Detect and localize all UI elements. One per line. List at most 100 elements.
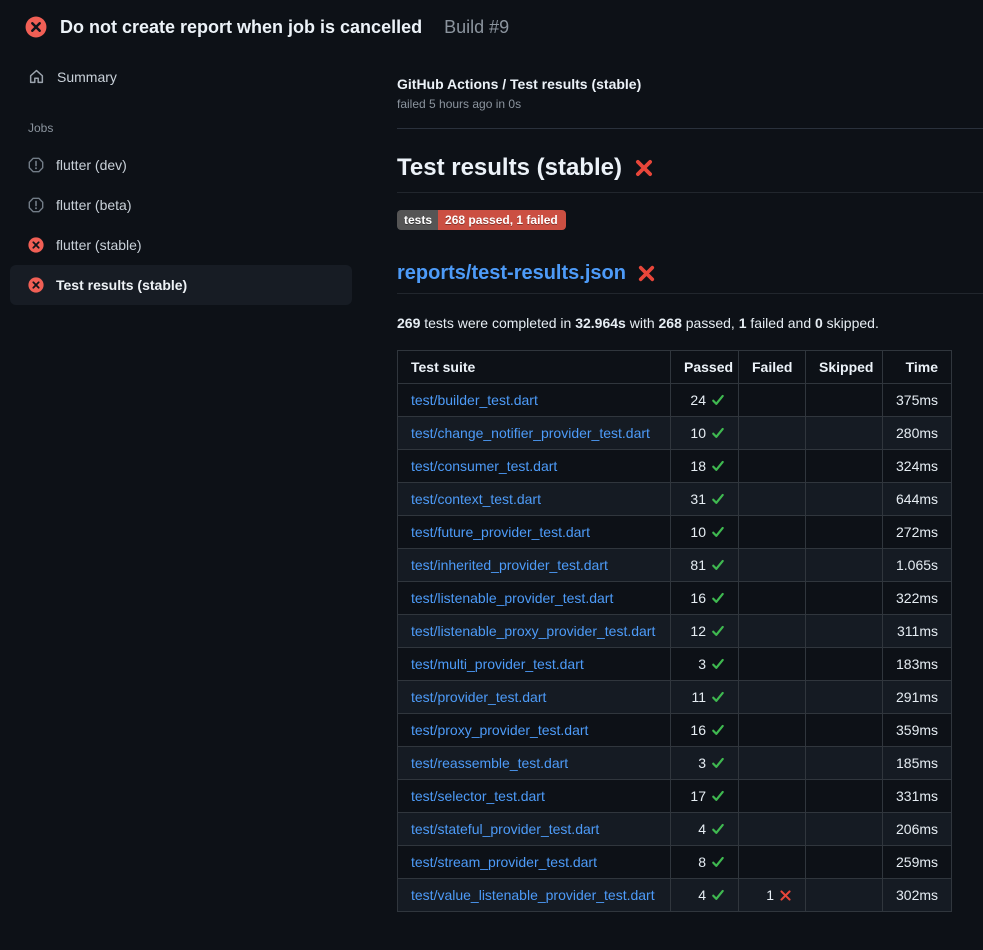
- sidebar-item-job[interactable]: flutter (beta): [10, 185, 352, 225]
- time-cell: 331ms: [883, 779, 952, 812]
- test-suite-link[interactable]: test/stateful_provider_test.dart: [411, 821, 599, 837]
- test-suite-link[interactable]: test/change_notifier_provider_test.dart: [411, 425, 650, 441]
- test-suite-link[interactable]: test/provider_test.dart: [411, 689, 546, 705]
- skipped-cell: [806, 647, 883, 680]
- failed-cell: [739, 548, 806, 581]
- section-heading: Test results (stable): [397, 154, 983, 193]
- test-suite-link[interactable]: test/consumer_test.dart: [411, 458, 557, 474]
- summary-part: 268: [659, 315, 682, 331]
- sidebar-item-job[interactable]: flutter (stable): [10, 225, 352, 265]
- report-file-link[interactable]: reports/test-results.json: [397, 262, 626, 285]
- skipped-cell: [806, 482, 883, 515]
- test-suite-link[interactable]: test/inherited_provider_test.dart: [411, 557, 608, 573]
- badge-label: tests: [397, 210, 438, 230]
- test-suite-link[interactable]: test/builder_test.dart: [411, 392, 538, 408]
- cross-mark-icon: [634, 158, 654, 178]
- passed-cell: 16: [671, 713, 739, 746]
- x-circle-icon: [28, 277, 44, 293]
- summary-part: 32.964s: [575, 315, 626, 331]
- failed-cell: [739, 779, 806, 812]
- column-header: Test suite: [398, 350, 671, 383]
- stop-icon: [28, 197, 44, 213]
- suite-cell: test/provider_test.dart: [398, 680, 671, 713]
- test-suite-link[interactable]: test/selector_test.dart: [411, 788, 545, 804]
- table-row: test/reassemble_test.dart3185ms: [398, 746, 952, 779]
- check-icon: [706, 623, 725, 639]
- test-suite-link[interactable]: test/reassemble_test.dart: [411, 755, 568, 771]
- skipped-cell: [806, 680, 883, 713]
- check-icon: [706, 524, 725, 540]
- suite-cell: test/context_test.dart: [398, 482, 671, 515]
- job-label: flutter (beta): [56, 197, 131, 213]
- test-suite-link[interactable]: test/stream_provider_test.dart: [411, 854, 597, 870]
- test-suite-link[interactable]: test/proxy_provider_test.dart: [411, 722, 588, 738]
- suite-cell: test/listenable_proxy_provider_test.dart: [398, 614, 671, 647]
- suite-cell: test/stateful_provider_test.dart: [398, 812, 671, 845]
- passed-cell: 4: [671, 812, 739, 845]
- table-row: test/inherited_provider_test.dart811.065…: [398, 548, 952, 581]
- time-cell: 322ms: [883, 581, 952, 614]
- count-value: 31: [690, 491, 706, 507]
- count-value: 4: [698, 887, 706, 903]
- build-number: Build #9: [444, 17, 509, 38]
- passed-cell: 4: [671, 878, 739, 911]
- suite-cell: test/future_provider_test.dart: [398, 515, 671, 548]
- check-icon: [706, 854, 725, 870]
- failed-cell: [739, 812, 806, 845]
- table-row: test/selector_test.dart 17 331ms: [398, 779, 952, 812]
- failed-cell: [739, 383, 806, 416]
- check-icon: [706, 887, 725, 903]
- time-cell: 324ms: [883, 449, 952, 482]
- summary-part: failed and: [747, 315, 816, 331]
- column-header: Passed: [671, 350, 739, 383]
- sidebar-item-job[interactable]: flutter (dev): [10, 145, 352, 185]
- test-suite-link[interactable]: test/multi_provider_test.dart: [411, 656, 584, 672]
- suite-cell: test/stream_provider_test.dart: [398, 845, 671, 878]
- suite-cell: test/value_listenable_provider_test.dart: [398, 878, 671, 911]
- skipped-cell: [806, 845, 883, 878]
- sidebar-item-summary[interactable]: Summary: [0, 62, 380, 91]
- table-row: test/proxy_provider_test.dart 16 359ms: [398, 713, 952, 746]
- test-suite-link[interactable]: test/listenable_provider_test.dart: [411, 590, 613, 606]
- jobs-section-label: Jobs: [28, 121, 380, 135]
- sidebar-item-job[interactable]: Test results (stable): [10, 265, 352, 305]
- table-row: test/listenable_provider_test.dart 16 322m…: [398, 581, 952, 614]
- count-value: 8: [698, 854, 706, 870]
- suite-cell: test/multi_provider_test.dart: [398, 647, 671, 680]
- skipped-cell: [806, 878, 883, 911]
- count-value: 3: [698, 755, 706, 771]
- test-suite-link[interactable]: test/future_provider_test.dart: [411, 524, 590, 540]
- count-value: 10: [690, 524, 706, 540]
- count-value: 4: [698, 821, 706, 837]
- column-header: Failed: [739, 350, 806, 383]
- test-suite-link[interactable]: test/value_listenable_provider_test.dart: [411, 887, 655, 903]
- test-suite-link[interactable]: test/listenable_proxy_provider_test.dart: [411, 623, 655, 639]
- passed-cell: 18: [671, 449, 739, 482]
- table-row: test/builder_test.dart24375ms: [398, 383, 952, 416]
- passed-cell: 17: [671, 779, 739, 812]
- check-icon: [706, 590, 725, 606]
- passed-cell: 24: [671, 383, 739, 416]
- table-row: test/stream_provider_test.dart8259ms: [398, 845, 952, 878]
- time-cell: 359ms: [883, 713, 952, 746]
- jobs-list: flutter (dev) flutter (beta) flutter (stab…: [0, 145, 380, 305]
- suite-cell: test/inherited_provider_test.dart: [398, 548, 671, 581]
- build-header: Do not create report when job is cancell…: [0, 0, 983, 48]
- check-icon: [706, 689, 725, 705]
- test-suite-link[interactable]: test/context_test.dart: [411, 491, 541, 507]
- skipped-cell: [806, 812, 883, 845]
- count-value: 1: [766, 887, 774, 903]
- sidebar-item-label: Summary: [57, 69, 117, 85]
- check-icon: [706, 722, 725, 738]
- summary-part: 0: [815, 315, 823, 331]
- suite-cell: test/builder_test.dart: [398, 383, 671, 416]
- skipped-cell: [806, 779, 883, 812]
- suite-cell: test/change_notifier_provider_test.dart: [398, 416, 671, 449]
- column-header: Time: [883, 350, 952, 383]
- summary-part: passed,: [682, 315, 739, 331]
- passed-cell: 11: [671, 680, 739, 713]
- test-summary-text: 269 tests were completed in 32.964s with…: [397, 315, 983, 331]
- count-value: 16: [690, 590, 706, 606]
- time-cell: 272ms: [883, 515, 952, 548]
- count-value: 10: [690, 425, 706, 441]
